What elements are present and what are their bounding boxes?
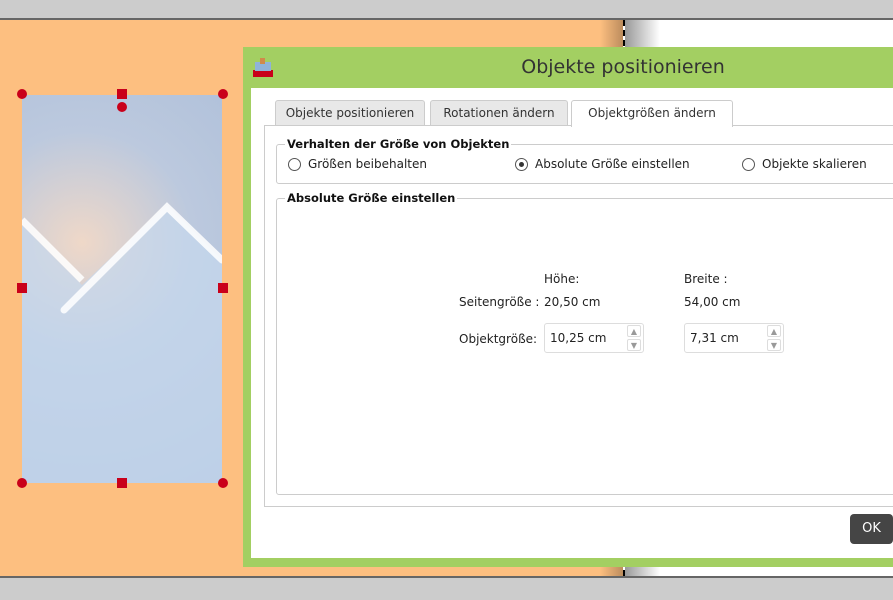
page-width-value: 54,00 cm [684,295,741,309]
spin-down-icon[interactable]: ▼ [627,339,641,351]
height-header: Höhe: [544,272,580,286]
resize-handle-top-right[interactable] [218,89,228,99]
resize-handle-top-left[interactable] [17,89,27,99]
resize-handle-bottom-right[interactable] [218,478,228,488]
dialog-title: Objekte positionieren [521,56,725,78]
dialog-content: Objekte positionieren Rotationen ändern … [251,88,893,558]
spin-up-icon[interactable]: ▲ [627,325,641,337]
resize-handle-left[interactable] [17,283,27,293]
rotate-handle[interactable] [117,102,127,112]
radio-absolute-size[interactable]: Absolute Größe einstellen [515,157,690,171]
radio-scale-objects[interactable]: Objekte skalieren [742,157,867,171]
positioning-dialog: Objekte positionieren Objekte positionie… [243,47,893,567]
tab-panel: Verhalten der Größe von Objekten Größen … [264,125,893,507]
tab-rotationen-aendern[interactable]: Rotationen ändern [430,100,568,126]
radio-circle-selected[interactable] [515,157,528,171]
image-placeholder[interactable] [22,95,222,483]
radio-circle[interactable] [742,157,755,171]
object-height-value[interactable]: 10,25 cm [550,331,606,345]
tab-objekte-positionieren[interactable]: Objekte positionieren [275,100,425,126]
tab-objektgroessen-aendern[interactable]: Objektgrößen ändern [571,100,733,127]
object-width-value[interactable]: 7,31 cm [690,331,739,345]
resize-handle-bottom-left[interactable] [17,478,27,488]
radio-label: Absolute Größe einstellen [535,157,690,171]
absolute-size-legend: Absolute Größe einstellen [285,191,458,205]
spin-up-icon[interactable]: ▲ [767,325,781,337]
width-header: Breite : [684,272,728,286]
mountain-icon [22,202,222,483]
radio-circle[interactable] [288,157,301,171]
page-height-value: 20,50 cm [544,295,601,309]
resize-handle-right[interactable] [218,283,228,293]
radio-label: Objekte skalieren [762,157,867,171]
resize-handle-top[interactable] [117,89,127,99]
radio-label: Größen beibehalten [308,157,427,171]
object-height-spinbox[interactable]: 10,25 cm ▲ ▼ [544,323,644,353]
behavior-group: Verhalten der Größe von Objekten Größen … [276,137,893,184]
object-width-spinbox[interactable]: 7,31 cm ▲ ▼ [684,323,784,353]
ok-button[interactable]: OK [850,514,893,544]
object-size-label: Objektgröße: [459,332,538,346]
page-size-label: Seitengröße : [459,295,540,309]
radio-keep-size[interactable]: Größen beibehalten [288,157,427,171]
behavior-legend: Verhalten der Größe von Objekten [285,137,512,151]
spin-down-icon[interactable]: ▼ [767,339,781,351]
absolute-size-group: Absolute Größe einstellen Höhe: Breite :… [276,191,893,495]
resize-handle-bottom[interactable] [117,478,127,488]
